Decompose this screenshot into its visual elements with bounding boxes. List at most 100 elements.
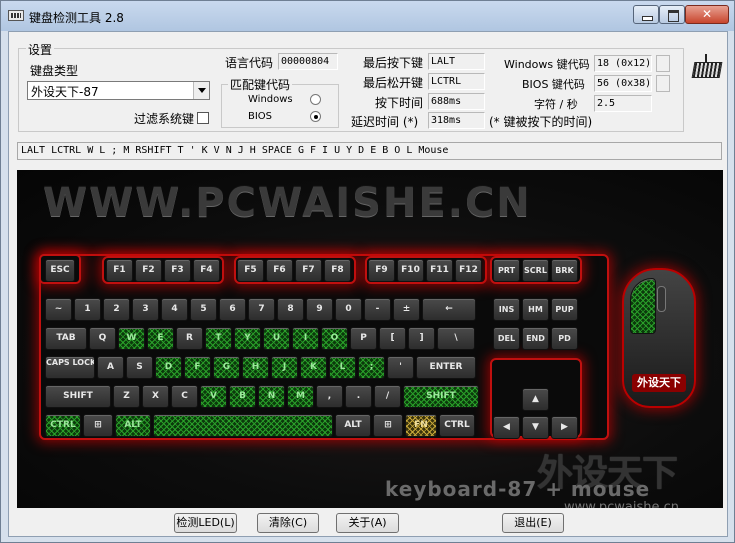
- key-f8[interactable]: F8: [324, 259, 351, 282]
- key-pup[interactable]: PUP: [551, 298, 578, 321]
- key-scrl[interactable]: SCRL: [522, 259, 549, 282]
- key-z-row-3[interactable]: C: [171, 385, 198, 408]
- key-a-row-0[interactable]: CAPS LOCK: [45, 356, 95, 379]
- key-q-row-11[interactable]: [: [379, 327, 406, 350]
- key-num-10[interactable]: 0: [335, 298, 362, 321]
- key-rwin[interactable]: ⊞: [373, 414, 403, 437]
- key-ralt[interactable]: ALT: [335, 414, 371, 437]
- filter-system-keys-checkbox[interactable]: [197, 112, 209, 124]
- key-f1[interactable]: F1: [106, 259, 133, 282]
- mouse-wheel[interactable]: [657, 286, 666, 312]
- key-num-3[interactable]: 3: [132, 298, 159, 321]
- key-f4[interactable]: F4: [193, 259, 220, 282]
- key-brk[interactable]: BRK: [551, 259, 578, 282]
- key-esc[interactable]: ESC: [45, 259, 75, 282]
- key-f9[interactable]: F9: [368, 259, 395, 282]
- key-f5[interactable]: F5: [237, 259, 264, 282]
- about-button[interactable]: 关于(A): [336, 513, 399, 533]
- key-num-7[interactable]: 7: [248, 298, 275, 321]
- key-q-row-13[interactable]: \: [437, 327, 475, 350]
- title-bar[interactable]: 键盘检测工具 2.8: [1, 1, 734, 31]
- key-q-row-8[interactable]: I: [292, 327, 319, 350]
- key-a-row-5[interactable]: G: [213, 356, 240, 379]
- key-f11[interactable]: F11: [426, 259, 453, 282]
- key-left-arrow[interactable]: ◀: [493, 416, 520, 439]
- key-num-11[interactable]: -: [364, 298, 391, 321]
- key-q-row-6[interactable]: Y: [234, 327, 261, 350]
- key-a-row-2[interactable]: S: [126, 356, 153, 379]
- key-hm[interactable]: HM: [522, 298, 549, 321]
- key-num-2[interactable]: 2: [103, 298, 130, 321]
- key-f10[interactable]: F10: [397, 259, 424, 282]
- key-end[interactable]: END: [522, 327, 549, 350]
- key-fn[interactable]: FN: [405, 414, 437, 437]
- key-q-row-2[interactable]: W: [118, 327, 145, 350]
- mouse-left-button[interactable]: [630, 278, 656, 334]
- key-a-row-9[interactable]: L: [329, 356, 356, 379]
- key-z-row-9[interactable]: .: [345, 385, 372, 408]
- key-ins[interactable]: INS: [493, 298, 520, 321]
- key-q-row-1[interactable]: Q: [89, 327, 116, 350]
- key-z-row-10[interactable]: /: [374, 385, 401, 408]
- key-a-row-7[interactable]: J: [271, 356, 298, 379]
- key-q-row-5[interactable]: T: [205, 327, 232, 350]
- key-f2[interactable]: F2: [135, 259, 162, 282]
- key-num-9[interactable]: 9: [306, 298, 333, 321]
- key-space[interactable]: [153, 414, 333, 437]
- close-button[interactable]: [685, 5, 729, 24]
- key-a-row-1[interactable]: A: [97, 356, 124, 379]
- key-num-12[interactable]: ±: [393, 298, 420, 321]
- key-z-row-1[interactable]: Z: [113, 385, 140, 408]
- key-num-4[interactable]: 4: [161, 298, 188, 321]
- key-lwin[interactable]: ⊞: [83, 414, 113, 437]
- key-down-arrow[interactable]: ▼: [522, 416, 549, 439]
- key-rctrl[interactable]: CTRL: [439, 414, 475, 437]
- key-q-row-7[interactable]: U: [263, 327, 290, 350]
- minimize-button[interactable]: [633, 5, 659, 24]
- key-num-6[interactable]: 6: [219, 298, 246, 321]
- key-q-row-0[interactable]: TAB: [45, 327, 87, 350]
- bios-radio[interactable]: [310, 111, 321, 122]
- key-a-row-3[interactable]: D: [155, 356, 182, 379]
- key-lctrl[interactable]: CTRL: [45, 414, 81, 437]
- key-f12[interactable]: F12: [455, 259, 482, 282]
- led-test-button[interactable]: 检测LED(L): [174, 513, 237, 533]
- key-z-row-7[interactable]: M: [287, 385, 314, 408]
- key-log-field[interactable]: LALT LCTRL W L ; M RSHIFT T ' K V N J H …: [17, 142, 722, 160]
- key-num-1[interactable]: 1: [74, 298, 101, 321]
- key-num-8[interactable]: 8: [277, 298, 304, 321]
- key-q-row-4[interactable]: R: [176, 327, 203, 350]
- key-z-row-2[interactable]: X: [142, 385, 169, 408]
- key-q-row-10[interactable]: P: [350, 327, 377, 350]
- key-a-row-8[interactable]: K: [300, 356, 327, 379]
- key-q-row-12[interactable]: ]: [408, 327, 435, 350]
- key-z-row-4[interactable]: V: [200, 385, 227, 408]
- key-lalt[interactable]: ALT: [115, 414, 151, 437]
- key-num-0[interactable]: ~: [45, 298, 72, 321]
- key-pd[interactable]: PD: [551, 327, 578, 350]
- key-a-row-11[interactable]: ': [387, 356, 414, 379]
- key-f3[interactable]: F3: [164, 259, 191, 282]
- key-z-row-11[interactable]: SHIFT: [403, 385, 479, 408]
- key-z-row-6[interactable]: N: [258, 385, 285, 408]
- key-up-arrow[interactable]: ▲: [522, 388, 549, 411]
- key-a-row-10[interactable]: ;: [358, 356, 385, 379]
- key-q-row-3[interactable]: E: [147, 327, 174, 350]
- key-num-5[interactable]: 5: [190, 298, 217, 321]
- clear-button[interactable]: 清除(C): [257, 513, 319, 533]
- chevron-down-icon[interactable]: [193, 82, 209, 99]
- windows-radio[interactable]: [310, 94, 321, 105]
- maximize-button[interactable]: [659, 5, 685, 24]
- key-z-row-0[interactable]: SHIFT: [45, 385, 111, 408]
- key-prt[interactable]: PRT: [493, 259, 520, 282]
- key-a-row-6[interactable]: H: [242, 356, 269, 379]
- mouse-graphic[interactable]: 外设天下: [622, 268, 696, 408]
- key-q-row-9[interactable]: O: [321, 327, 348, 350]
- keyboard-type-select[interactable]: 外设天下-87: [27, 81, 210, 100]
- key-z-row-8[interactable]: ,: [316, 385, 343, 408]
- key-f6[interactable]: F6: [266, 259, 293, 282]
- key-z-row-5[interactable]: B: [229, 385, 256, 408]
- key-num-13[interactable]: ←: [422, 298, 476, 321]
- key-a-row-12[interactable]: ENTER: [416, 356, 476, 379]
- exit-button[interactable]: 退出(E): [502, 513, 564, 533]
